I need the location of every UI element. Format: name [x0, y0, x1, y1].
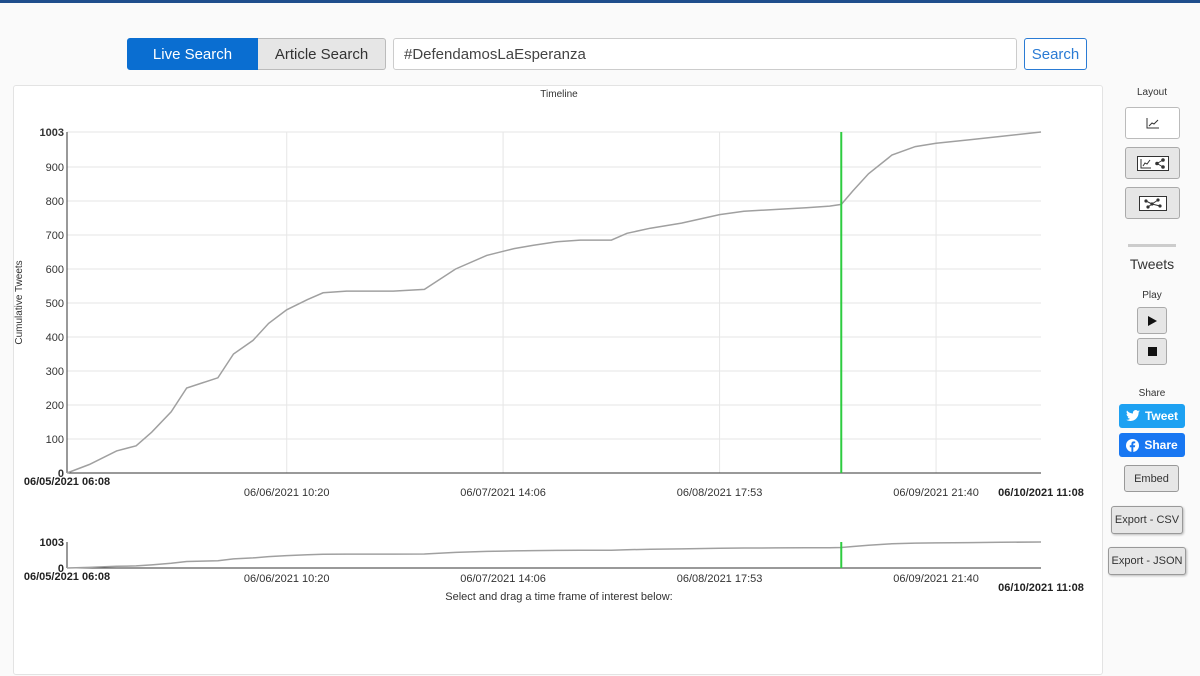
- brush-hint: Select and drag a time frame of interest…: [445, 591, 672, 603]
- top-accent-bar: [0, 0, 1200, 3]
- x-tick-label: 06/09/2021 21:40: [893, 487, 979, 499]
- search-input[interactable]: #DefendamosLaEsperanza: [393, 38, 1017, 70]
- overview-x-tick-label: 06/09/2021 21:40: [893, 573, 979, 585]
- y-tick-label: 800: [46, 196, 64, 208]
- x-tick-label: 06/06/2021 10:20: [244, 487, 330, 499]
- network-graph-icon: [1138, 195, 1167, 211]
- y-tick-label: 500: [46, 298, 64, 310]
- y-tick-label: 900: [46, 162, 64, 174]
- twitter-bird-icon: [1125, 410, 1140, 422]
- overview-line: [66, 541, 1042, 569]
- y-tick-label: 700: [46, 230, 64, 242]
- overview-y-max-label: 1003: [40, 537, 64, 549]
- layout-chart-network-button[interactable]: [1125, 147, 1180, 179]
- layout-network-button[interactable]: [1125, 187, 1180, 219]
- y-tick-label: 300: [46, 366, 64, 378]
- tweet-share-button[interactable]: Tweet: [1119, 404, 1185, 428]
- overview-x-tick-label: 06/07/2021 14:06: [460, 573, 546, 585]
- y-tick-label: 600: [46, 264, 64, 276]
- play-icon: [1148, 315, 1157, 326]
- share-label: Share: [1138, 388, 1166, 399]
- timeline-panel: Timeline 0 100 200 300 400 500 600 700 800 900 100…: [13, 85, 1103, 675]
- facebook-icon: [1126, 438, 1140, 452]
- x-tick-label: 06/08/2021 17:53: [677, 487, 763, 499]
- overview-x-end-label: 06/10/2021 11:08: [998, 582, 1084, 594]
- chart-network-icon: [1136, 155, 1169, 171]
- y-tick-label: 400: [46, 332, 64, 344]
- facebook-share-label: Share: [1144, 438, 1178, 452]
- x-start-label: 06/05/2021 06:08: [24, 476, 110, 488]
- export-csv-button[interactable]: Export - CSV: [1111, 506, 1183, 534]
- embed-button[interactable]: Embed: [1124, 465, 1179, 492]
- y-axis-title: Cumulative Tweets: [14, 260, 25, 344]
- search-button[interactable]: Search: [1024, 38, 1087, 70]
- stop-button[interactable]: [1137, 338, 1167, 365]
- search-mode-toggle: Live Search Article Search: [127, 38, 386, 70]
- play-button[interactable]: [1137, 307, 1167, 334]
- overview-x-tick-label: 06/06/2021 10:20: [244, 573, 330, 585]
- live-search-button[interactable]: Live Search: [127, 38, 258, 70]
- tweet-share-label: Tweet: [1144, 409, 1179, 423]
- article-search-button[interactable]: Article Search: [258, 38, 386, 70]
- cumulative-tweets-line: [66, 131, 1042, 474]
- sidebar-divider: [1128, 244, 1176, 247]
- tweets-heading: Tweets: [1129, 256, 1175, 272]
- layout-chart-button[interactable]: [1125, 107, 1180, 139]
- y-tick-label: 100: [46, 434, 64, 446]
- stop-icon: [1147, 347, 1157, 356]
- x-tick-label: 06/07/2021 14:06: [460, 487, 546, 499]
- overview-x-tick-label: 06/08/2021 17:53: [677, 573, 763, 585]
- x-end-label: 06/10/2021 11:08: [998, 487, 1084, 499]
- timeline-chart[interactable]: 0100200300400500600700800900100306/06/20…: [14, 86, 1104, 676]
- play-label: Play: [1142, 290, 1162, 301]
- export-json-button[interactable]: Export - JSON: [1108, 547, 1186, 575]
- facebook-share-button[interactable]: Share: [1119, 433, 1185, 457]
- y-tick-label: 1003: [40, 127, 64, 139]
- layout-label: Layout: [1136, 87, 1168, 98]
- line-chart-icon: [1146, 118, 1159, 129]
- overview-x-start-label: 06/05/2021 06:08: [24, 571, 110, 583]
- y-tick-label: 200: [46, 400, 64, 412]
